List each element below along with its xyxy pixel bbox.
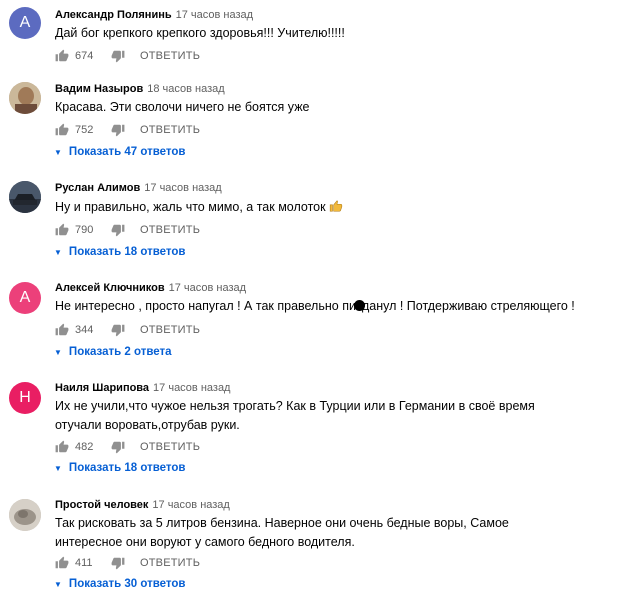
like-icon[interactable]	[55, 223, 69, 237]
comment-text: Их не учили,что чужое нельзя трогать? Ка…	[55, 399, 535, 432]
photo-avatar-icon	[9, 499, 41, 531]
reply-button[interactable]: ОТВЕТИТЬ	[140, 557, 200, 569]
show-replies-button[interactable]: ▼ Показать 2 ответа	[54, 346, 172, 358]
comment-text: Красава. Эти сволочи ничего не боятся уж…	[55, 100, 310, 114]
show-replies-button[interactable]: ▼ Показать 18 ответов	[54, 462, 185, 474]
like-icon[interactable]	[55, 440, 69, 454]
show-replies-button[interactable]: ▼ Показать 18 ответов	[54, 246, 185, 258]
comment-time[interactable]: 17 часов назад	[152, 499, 229, 511]
caret-down-icon: ▼	[54, 247, 62, 257]
comment-author[interactable]: Вадим Назыров	[55, 83, 143, 95]
avatar[interactable]: А	[9, 282, 41, 314]
comment-author[interactable]: Руслан Алимов	[55, 182, 140, 194]
reply-button[interactable]: ОТВЕТИТЬ	[140, 50, 200, 62]
comment-text: Ну и правильно, жаль что мимо, а так мол…	[55, 198, 610, 217]
comment-time[interactable]: 17 часов назад	[176, 9, 253, 21]
dislike-icon[interactable]	[111, 440, 125, 454]
comment-author[interactable]: Алексей Ключников	[55, 282, 165, 294]
like-count: 344	[75, 324, 94, 336]
comment-text: Так рисковать за 5 литров бензина. Навер…	[55, 516, 509, 549]
dislike-icon[interactable]	[111, 223, 125, 237]
like-icon[interactable]	[55, 323, 69, 337]
caret-down-icon: ▼	[54, 463, 62, 473]
like-count: 790	[75, 224, 94, 236]
dislike-icon[interactable]	[111, 323, 125, 337]
reply-button[interactable]: ОТВЕТИТЬ	[140, 224, 200, 236]
thumbs-up-emoji-icon	[329, 200, 342, 212]
show-replies-button[interactable]: ▼ Показать 30 ответов	[54, 578, 185, 590]
dislike-icon[interactable]	[111, 49, 125, 63]
comment-author[interactable]: Простой человек	[55, 499, 148, 511]
comment-text: Дай бог крепкого крепкого здоровья!!! Уч…	[55, 26, 345, 40]
dislike-icon[interactable]	[111, 123, 125, 137]
comment-author[interactable]: Александр Полянинь	[55, 9, 172, 21]
comment-time[interactable]: 18 часов назад	[147, 83, 224, 95]
like-count: 674	[75, 50, 94, 62]
comment-time[interactable]: 17 часов назад	[153, 382, 230, 394]
avatar[interactable]: Н	[9, 382, 41, 414]
dislike-icon[interactable]	[111, 556, 125, 570]
comment-time[interactable]: 17 часов назад	[144, 182, 221, 194]
reply-button[interactable]: ОТВЕТИТЬ	[140, 441, 200, 453]
like-icon[interactable]	[55, 49, 69, 63]
avatar[interactable]	[9, 82, 41, 114]
caret-down-icon: ▼	[54, 347, 62, 357]
caret-down-icon: ▼	[54, 579, 62, 589]
photo-avatar-icon	[9, 82, 41, 114]
like-icon[interactable]	[55, 556, 69, 570]
like-count: 411	[75, 557, 93, 569]
car-photo-avatar-icon	[9, 181, 41, 213]
avatar[interactable]	[9, 499, 41, 531]
comment-text: Не интересно , просто напугал ! А так пр…	[55, 299, 575, 313]
reply-button[interactable]: ОТВЕТИТЬ	[140, 124, 200, 136]
like-count: 482	[75, 441, 94, 453]
caret-down-icon: ▼	[54, 147, 62, 157]
show-replies-button[interactable]: ▼ Показать 47 ответов	[54, 146, 185, 158]
like-icon[interactable]	[55, 123, 69, 137]
comment-time[interactable]: 17 часов назад	[169, 282, 246, 294]
avatar[interactable]: А	[9, 7, 41, 39]
like-count: 752	[75, 124, 94, 136]
avatar[interactable]	[9, 181, 41, 213]
comment-author[interactable]: Наиля Шарипова	[55, 382, 149, 394]
reply-button[interactable]: ОТВЕТИТЬ	[140, 324, 200, 336]
